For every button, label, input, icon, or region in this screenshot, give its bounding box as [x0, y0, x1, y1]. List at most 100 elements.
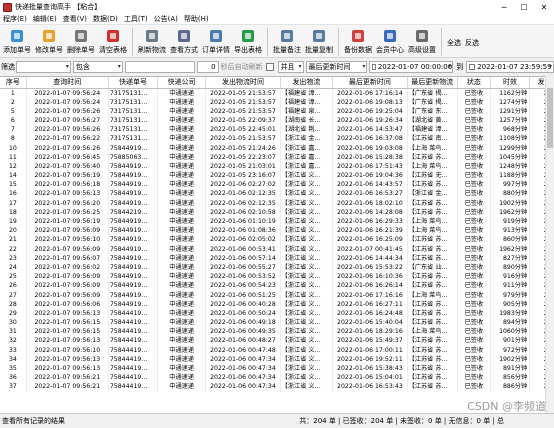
- filter-type-select[interactable]: 包含 ▾: [72, 61, 123, 73]
- column-header[interactable]: 最后更新时间: [332, 77, 408, 89]
- toolbar-note-button[interactable]: 批量备注: [271, 25, 303, 58]
- table-row[interactable]: 26 2022-01-07 09:56:09 75844919… 中通速递 2022-0…: [0, 281, 554, 291]
- close-button[interactable]: ✕: [534, 0, 554, 14]
- end-time-input[interactable]: 2022-01-07 23:59:59 ▾: [466, 61, 554, 73]
- results-table[interactable]: 序号 查询时间 快递单号 快递公司 发出物流时间 发出物流 最后更新时间 最后更新物流 状态 时效…: [0, 76, 554, 413]
- table-row[interactable]: 11 2022-01-07 09:56:45 75885063… 中通速递 2022-0…: [0, 152, 554, 162]
- filter-field-select[interactable]: ▾: [16, 61, 71, 73]
- toolbar-edit-button[interactable]: 修改单号: [33, 25, 65, 58]
- table-row[interactable]: 34 2022-01-07 09:56:13 75844419… 中通速递 2022-0…: [0, 354, 554, 364]
- table-row[interactable]: 28 2022-01-07 09:56:06 75844919… 中通速递 2022-0…: [0, 299, 554, 309]
- menu-item[interactable]: 编辑(E): [30, 14, 60, 24]
- toolbar-settings-button[interactable]: 高级设置: [406, 25, 438, 58]
- table-row[interactable]: 6 2022-01-07 09:56:27 73175131… 中通速递 2022-01…: [0, 115, 554, 126]
- table-row[interactable]: 35 2022-01-07 09:56:13 75844419… 中通速递 2022-0…: [0, 363, 554, 374]
- auto-refresh-checkbox[interactable]: [265, 63, 274, 71]
- table-row[interactable]: 27 2022-01-07 09:56:09 75844919… 中通速递 2022-0…: [0, 290, 554, 300]
- table-cell: 中通速递: [157, 134, 207, 144]
- column-header[interactable]: 状态: [457, 77, 491, 89]
- toolbar-backup-button[interactable]: 备份数据: [342, 25, 374, 58]
- toolbar-detail-button[interactable]: 订单详情: [200, 25, 232, 58]
- table-cell: 75844919…: [108, 161, 159, 171]
- column-header[interactable]: 最后更新物流: [407, 77, 458, 89]
- minimize-button[interactable]: ─: [494, 0, 514, 14]
- column-header[interactable]: 发出物流时间: [205, 77, 281, 89]
- toolbar-view-button[interactable]: 查看方式: [168, 25, 200, 58]
- table-row[interactable]: 1 2022-01-07 09:56:24 73175131… 中通速递 2022-01…: [0, 88, 554, 98]
- column-header[interactable]: 快递公司: [157, 77, 207, 89]
- menu-item[interactable]: 帮助(H): [181, 14, 212, 24]
- table-row[interactable]: 23 2022-01-07 09:56:07 75844919… 中通速递 2022-0…: [0, 253, 554, 263]
- table-row[interactable]: 32 2022-01-07 09:56:13 75844419… 中通速递 2022-0…: [0, 336, 554, 346]
- table-cell: 已签收: [457, 272, 491, 282]
- table-row[interactable]: 18 2022-01-07 09:56:25 75844219… 中通速递 2022-0…: [0, 207, 554, 217]
- table-row[interactable]: 29 2022-01-07 09:56:13 75844419… 中通速递 2022-0…: [0, 308, 554, 318]
- table-row[interactable]: 24 2022-01-07 09:56:02 75844919… 中通速递 2022-0…: [0, 262, 554, 273]
- table-row[interactable]: 8 2022-01-07 09:56:22 73175131… 中通速递 2022-01…: [0, 134, 554, 144]
- table-row[interactable]: 15 2022-01-07 09:56:18 75844919… 中通速递 2022-0…: [0, 180, 554, 190]
- table-row[interactable]: 31 2022-01-07 09:56:15 75844419… 中通速递 2022-0…: [0, 327, 554, 337]
- detail-icon: [207, 27, 225, 44]
- table-row[interactable]: 21 2022-01-07 09:56:10 75844919… 中通速递 2022-0…: [0, 235, 554, 245]
- logic-select[interactable]: 并且 ▾: [277, 61, 304, 73]
- table-cell: 2022-01-07 09:56:19: [26, 171, 109, 181]
- table-cell: 2022-01-06 14:53:47: [332, 125, 408, 135]
- table-cell: 2022-01-07 09:56:13: [26, 336, 109, 346]
- table-row[interactable]: 30 2022-01-07 09:56:15 75844419… 中通速递 2022-0…: [0, 318, 554, 328]
- toolbar-member-button[interactable]: 会员中心: [374, 25, 406, 58]
- table-cell: 【浙江省 义…: [280, 216, 334, 227]
- toolbar-clear-button[interactable]: 清空表格: [97, 25, 129, 58]
- table-cell: 1188分钟: [490, 171, 531, 181]
- table-row[interactable]: 2 2022-01-07 09:56:24 73175131… 中通速递 2022-01…: [0, 97, 554, 107]
- toolbar-select-button[interactable]: 反选: [463, 25, 481, 58]
- table-row[interactable]: 33 2022-01-07 09:56:10 75844419… 中通速递 2022-0…: [0, 345, 554, 355]
- table-row[interactable]: 16 2022-01-07 09:56:13 75844919… 中通速递 2022-0…: [0, 189, 554, 199]
- menu-item[interactable]: 数据(D): [90, 14, 121, 24]
- table-row[interactable]: 14 2022-01-07 09:56:19 75844919… 中通速递 2022-0…: [0, 171, 554, 181]
- table-cell: 【江苏省 苏…: [407, 272, 458, 282]
- menu-item[interactable]: 程序(E): [0, 14, 30, 24]
- table-cell: 【浙江省 义…: [280, 272, 334, 282]
- table-cell: 中通速递: [157, 253, 207, 263]
- toolbar-add-button[interactable]: 添加单号: [1, 25, 33, 58]
- table-row[interactable]: 12 2022-01-07 09:56:40 75844919… 中通速递 2022-0…: [0, 161, 554, 171]
- table-cell: 75844419…: [108, 363, 159, 374]
- scrollbar-thumb[interactable]: [547, 88, 553, 148]
- table-row[interactable]: 5 2022-01-07 09:56:26 73175131… 中通速递 2022-01…: [0, 106, 554, 116]
- table-cell: 1291分钟: [490, 106, 531, 116]
- table-row[interactable]: 25 2022-01-07 09:56:09 75844919… 中通速递 2022-0…: [0, 272, 554, 282]
- table-cell: 【浙江省 义…: [280, 189, 334, 199]
- table-row[interactable]: 22 2022-01-07 09:56:09 75844919… 中通速递 2022-0…: [0, 244, 554, 254]
- table-cell: 75844419…: [108, 327, 159, 337]
- toolbar-delete-button[interactable]: 删除单号: [65, 25, 97, 58]
- column-header[interactable]: 快递单号: [108, 77, 159, 89]
- table-cell: 【江苏省 苏…: [407, 253, 458, 263]
- column-header[interactable]: 序号: [0, 77, 27, 89]
- table-row[interactable]: 7 2022-01-07 09:56:26 73175131… 中通速递 2022-01…: [0, 125, 554, 135]
- toolbar-refresh-button[interactable]: 刷新物流: [136, 25, 168, 58]
- toolbar-export-button[interactable]: 导出表格: [232, 25, 264, 58]
- filter-keyword-input[interactable]: [124, 61, 195, 73]
- toolbar-select-button[interactable]: 全选: [445, 25, 463, 58]
- menu-item[interactable]: 查看(V): [60, 14, 90, 24]
- column-header[interactable]: 查询时间: [26, 77, 109, 89]
- table-row[interactable]: 36 2022-01-07 09:56:21 75844419… 中通速递 2022-0…: [0, 373, 554, 383]
- toolbar-copy-button[interactable]: 批量复制: [303, 25, 335, 58]
- table-row[interactable]: 10 2022-01-07 09:56:26 75844919… 中通速递 2022-0…: [0, 143, 554, 153]
- table-cell: 【浙江省 义…: [280, 363, 334, 374]
- menu-item[interactable]: 工具(T): [121, 14, 151, 24]
- table-row[interactable]: 19 2022-01-07 09:56:19 75844919… 中通速递 2022-0…: [0, 216, 554, 227]
- column-header[interactable]: 时效: [490, 77, 531, 89]
- vertical-scrollbar[interactable]: [545, 76, 554, 413]
- table-cell: 2022-01-07 09:56:13: [26, 308, 109, 318]
- table-row[interactable]: 17 2022-01-07 09:56:20 75844919… 中通速递 2022-0…: [0, 198, 554, 208]
- maximize-button[interactable]: ☐: [514, 0, 534, 14]
- table-cell: 2022-01-07 09:56:09: [26, 290, 109, 300]
- menu-item[interactable]: 公告(A): [151, 14, 181, 24]
- start-time-input[interactable]: 2022-01-07 00:00:00 ▾: [369, 61, 454, 73]
- column-header[interactable]: 发出物流: [280, 77, 334, 89]
- time-field-select[interactable]: 最后更新时间 ▾: [305, 61, 368, 73]
- table-row[interactable]: 20 2022-01-07 09:56:09 75844919… 中通速递 2022-0…: [0, 226, 554, 236]
- table-row[interactable]: 37 2022-01-07 09:56:21 75844419… 中通速递 2022-0…: [0, 382, 554, 392]
- refresh-seconds-input[interactable]: 0: [196, 61, 219, 73]
